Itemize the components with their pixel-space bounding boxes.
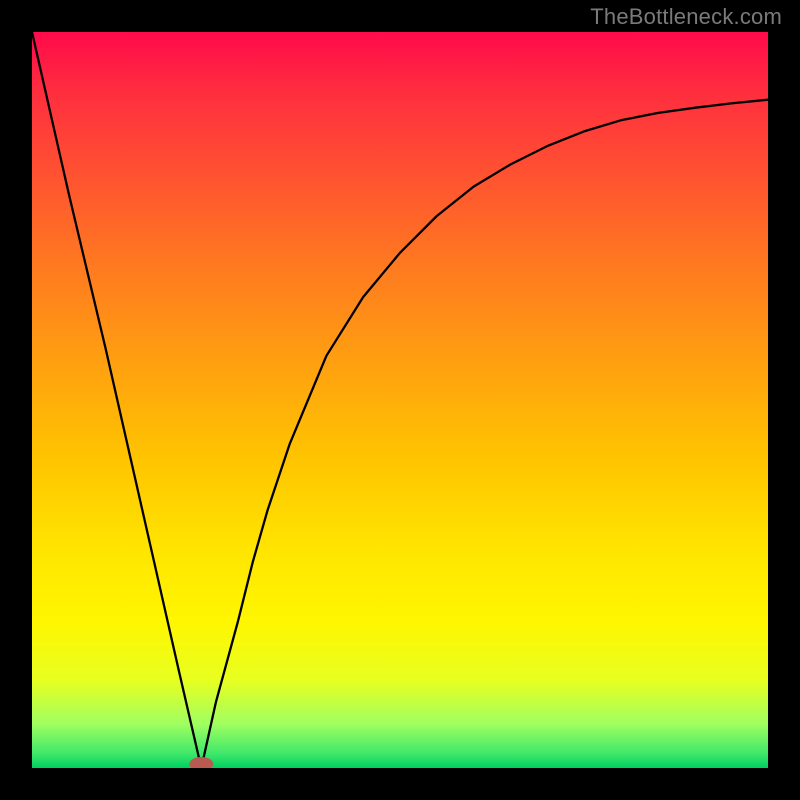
optimum-marker xyxy=(189,757,213,768)
watermark-text: TheBottleneck.com xyxy=(590,4,782,30)
curve-layer xyxy=(32,32,768,768)
plot-area xyxy=(32,32,768,768)
bottleneck-curve xyxy=(32,32,768,768)
chart-frame: TheBottleneck.com xyxy=(0,0,800,800)
